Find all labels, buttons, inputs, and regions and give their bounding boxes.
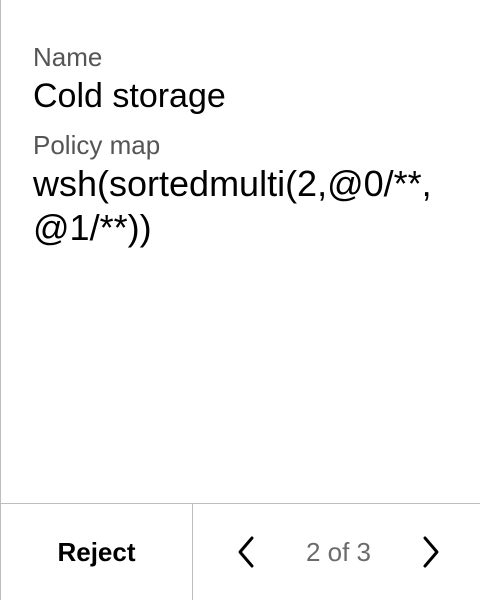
reject-button[interactable]: Reject bbox=[1, 504, 193, 600]
policy-map-value: wsh(sortedmulti(2,@0/**,@1/**)) bbox=[33, 163, 432, 248]
page-indicator: 2 of 3 bbox=[305, 536, 372, 567]
name-value: Cold storage bbox=[33, 77, 226, 115]
details-panel: Name Cold storage Policy map wsh(sortedm… bbox=[33, 40, 460, 250]
chevron-left-icon[interactable] bbox=[231, 532, 261, 572]
name-label: Name bbox=[33, 42, 103, 72]
policy-review-screen: Name Cold storage Policy map wsh(sortedm… bbox=[0, 0, 480, 600]
footer-bar: Reject 2 of 3 bbox=[1, 503, 480, 600]
policy-map-label: Policy map bbox=[33, 130, 161, 160]
chevron-right-icon[interactable] bbox=[416, 532, 446, 572]
pagination: 2 of 3 bbox=[193, 504, 480, 600]
